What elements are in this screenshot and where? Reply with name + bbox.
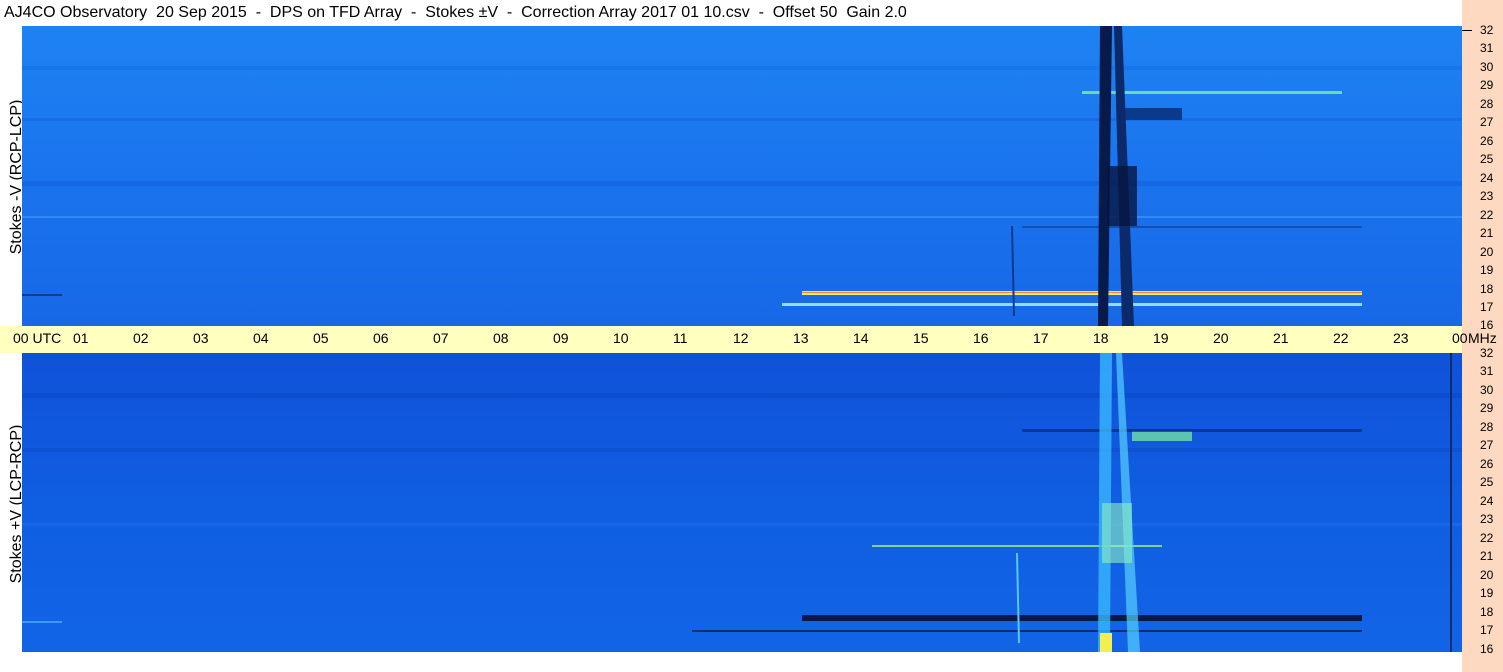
time-tick-label: 21 bbox=[1273, 330, 1289, 346]
freq-tick-label: 23 bbox=[1480, 512, 1494, 526]
time-tick-label: 00 bbox=[1452, 330, 1468, 346]
time-tick-label: 13 bbox=[793, 330, 809, 346]
freq-tick-label: 21 bbox=[1480, 226, 1494, 240]
freq-tick-label: 29 bbox=[1480, 401, 1494, 415]
freq-tick-label: 21 bbox=[1480, 549, 1494, 563]
freq-tick-label: 28 bbox=[1480, 420, 1494, 434]
freq-tick-label: 25 bbox=[1480, 475, 1494, 489]
time-tick-label: 12 bbox=[733, 330, 749, 346]
spectrogram-top[interactable] bbox=[22, 26, 1462, 326]
freq-tick-label: 19 bbox=[1480, 586, 1494, 600]
freq-tick-label: 27 bbox=[1480, 115, 1494, 129]
time-tick-label: 08 bbox=[493, 330, 509, 346]
freq-tick-label: 28 bbox=[1480, 97, 1494, 111]
time-axis: 00 UTC 01 02 03 04 05 06 07 08 09 10 11 … bbox=[0, 326, 1468, 353]
freq-tick-label: 16 bbox=[1480, 642, 1494, 656]
app-title: AJ4CO Observatory 20 Sep 2015 - DPS on T… bbox=[0, 0, 1466, 26]
time-tick-label: 22 bbox=[1333, 330, 1349, 346]
time-tick-label: 05 bbox=[313, 330, 329, 346]
time-tick-label: 04 bbox=[253, 330, 269, 346]
time-tick-label: 19 bbox=[1153, 330, 1169, 346]
time-tick-label: 02 bbox=[133, 330, 149, 346]
freq-tick-label: 20 bbox=[1480, 568, 1494, 582]
time-tick-label: 14 bbox=[853, 330, 869, 346]
freq-tick-label: 18 bbox=[1480, 605, 1494, 619]
time-tick-label: 10 bbox=[613, 330, 629, 346]
freq-tick-label: 16 bbox=[1480, 318, 1494, 332]
time-tick-label: 11 bbox=[673, 330, 688, 346]
freq-tick-label: 31 bbox=[1480, 41, 1494, 55]
freq-tick-label: 31 bbox=[1480, 364, 1494, 378]
freq-tick-label: 32 bbox=[1480, 23, 1494, 37]
time-tick-label: 16 bbox=[973, 330, 989, 346]
freq-tick-label: 19 bbox=[1480, 263, 1494, 277]
spectrogram-bottom[interactable] bbox=[22, 353, 1462, 652]
time-tick-label: 20 bbox=[1213, 330, 1229, 346]
time-tick-label: 00 UTC bbox=[13, 330, 62, 346]
freq-tick-label: 27 bbox=[1480, 438, 1494, 452]
freq-tick-label: 18 bbox=[1480, 282, 1494, 296]
freq-tick-label: 24 bbox=[1480, 494, 1494, 508]
time-tick-label: 03 bbox=[193, 330, 209, 346]
freq-tick-label: 17 bbox=[1480, 300, 1494, 314]
freq-tick-label: 22 bbox=[1480, 208, 1494, 222]
freq-tick-label: 30 bbox=[1480, 60, 1494, 74]
time-tick-label: 23 bbox=[1393, 330, 1409, 346]
time-tick-label: 06 bbox=[373, 330, 389, 346]
freq-tick bbox=[1462, 30, 1472, 31]
time-tick-label: 17 bbox=[1033, 330, 1049, 346]
freq-tick-label: 32 bbox=[1480, 346, 1494, 360]
time-tick-label: 18 bbox=[1093, 330, 1109, 346]
freq-tick-label: 22 bbox=[1480, 531, 1494, 545]
time-tick-label: 01 bbox=[73, 330, 89, 346]
freq-tick-label: 23 bbox=[1480, 189, 1494, 203]
time-tick-label: 15 bbox=[913, 330, 929, 346]
freq-tick-label: 26 bbox=[1480, 134, 1494, 148]
time-tick-label: 09 bbox=[553, 330, 569, 346]
freq-tick-label: 20 bbox=[1480, 245, 1494, 259]
freq-tick-label: 25 bbox=[1480, 152, 1494, 166]
freq-tick-label: 26 bbox=[1480, 457, 1494, 471]
freq-tick-label: 29 bbox=[1480, 78, 1494, 92]
freq-tick-label: 24 bbox=[1480, 171, 1494, 185]
freq-tick-label: 30 bbox=[1480, 383, 1494, 397]
freq-tick-label: 17 bbox=[1480, 623, 1494, 637]
time-tick-label: 07 bbox=[433, 330, 449, 346]
frequency-unit-label: MHz bbox=[1468, 330, 1497, 346]
